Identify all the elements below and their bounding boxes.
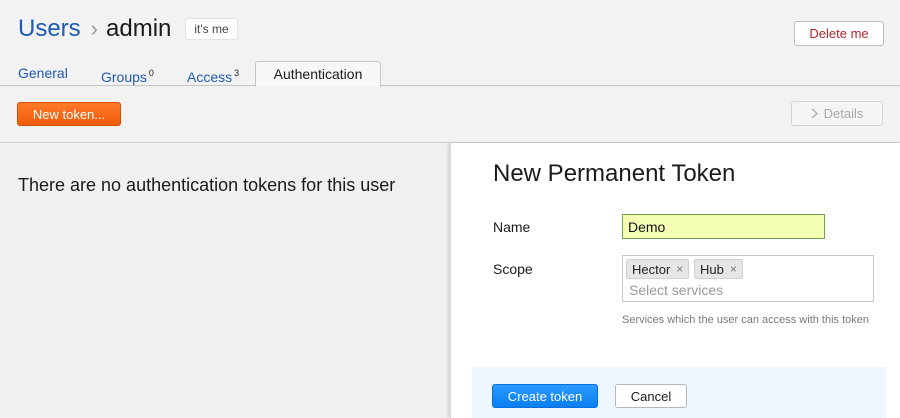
tab-label: Access — [187, 69, 233, 85]
scope-chip-label: Hector — [632, 261, 671, 277]
remove-chip-icon[interactable]: × — [730, 262, 737, 276]
token-name-input[interactable] — [622, 214, 825, 239]
create-token-button[interactable]: Create token — [492, 384, 598, 408]
tab-label: General — [18, 65, 68, 81]
tab-groups[interactable]: Groups 0 — [101, 61, 154, 86]
tab-general[interactable]: General — [18, 61, 68, 86]
delete-me-button[interactable]: Delete me — [794, 21, 884, 46]
tab-bar: General Groups 0 Access 3 Authentication — [0, 61, 900, 87]
scope-hint: Services which the user can access with … — [622, 314, 870, 326]
tab-label: Authentication — [273, 66, 363, 82]
breadcrumb: Users › admin it's me — [18, 12, 238, 46]
scope-chip: Hector × — [626, 259, 690, 279]
details-button[interactable]: Details — [791, 101, 883, 126]
scope-label: Scope — [493, 261, 533, 277]
details-label: Details — [823, 106, 864, 121]
panel-title: New Permanent Token — [493, 160, 736, 187]
new-token-button[interactable]: New token... — [17, 102, 121, 126]
tab-authentication[interactable]: Authentication — [255, 61, 381, 87]
scope-select[interactable]: Hector × Hub × Select services — [622, 255, 874, 302]
scope-chip: Hub × — [694, 259, 743, 279]
breadcrumb-separator-icon: › — [90, 16, 98, 41]
tab-access[interactable]: Access 3 — [187, 61, 239, 86]
its-me-badge: it's me — [185, 18, 238, 40]
panel-footer: Create token Cancel — [472, 367, 886, 418]
new-token-panel: New Permanent Token Name Scope Hector × … — [450, 143, 900, 418]
breadcrumb-users-link[interactable]: Users — [18, 15, 81, 43]
cancel-button[interactable]: Cancel — [615, 384, 687, 408]
chevron-right-icon — [811, 108, 818, 119]
tab-label: Groups — [101, 69, 147, 85]
name-label: Name — [493, 219, 531, 235]
remove-chip-icon[interactable]: × — [676, 262, 683, 276]
scope-chip-label: Hub — [700, 261, 724, 277]
empty-tokens-message: There are no authentication tokens for t… — [18, 175, 396, 195]
tab-count: 0 — [148, 68, 154, 78]
page-header: Users › admin it's me Delete me General … — [0, 0, 900, 143]
scope-placeholder[interactable]: Select services — [629, 282, 723, 298]
tab-count: 3 — [234, 68, 240, 78]
page-title: admin — [106, 15, 172, 42]
